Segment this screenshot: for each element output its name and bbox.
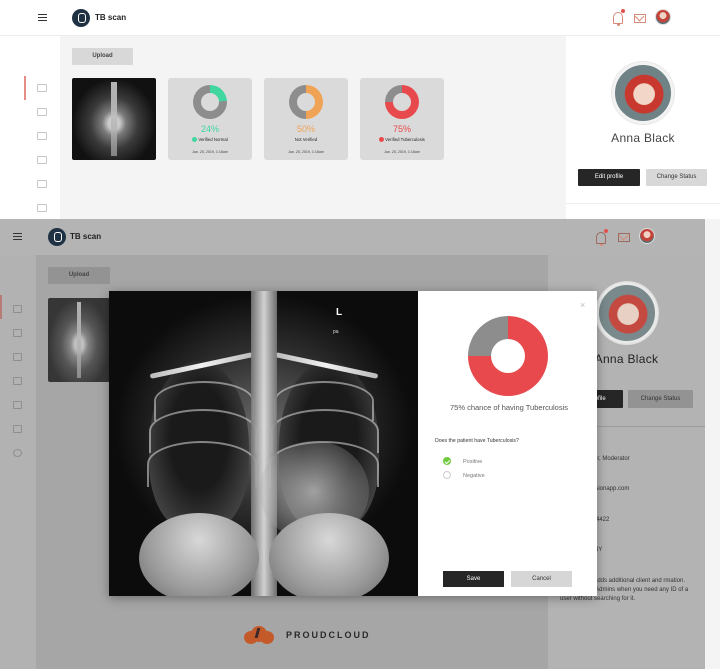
- menu-icon[interactable]: [13, 233, 22, 240]
- mail-icon[interactable]: [618, 233, 630, 242]
- menu-icon[interactable]: [38, 14, 47, 21]
- map-icon[interactable]: [37, 180, 47, 188]
- change-status-button[interactable]: Change Status: [646, 169, 707, 186]
- divider: [566, 203, 720, 204]
- alert-icon: [379, 137, 385, 142]
- cancel-button[interactable]: Cancel: [511, 571, 572, 587]
- result-card-tb[interactable]: 75% Verified Tuberculosis Jan. 25, 2019,…: [360, 78, 444, 160]
- top-bar: TB scan: [0, 0, 720, 36]
- page-edge: [705, 219, 720, 669]
- user-avatar[interactable]: [655, 9, 671, 25]
- brand-logo-icon: [48, 228, 66, 246]
- xray-thumbnail[interactable]: [72, 78, 156, 160]
- app-title: TB scan: [70, 232, 102, 241]
- profile-avatar: [596, 282, 658, 344]
- positive-label[interactable]: Positive: [463, 459, 482, 465]
- save-button[interactable]: Save: [443, 571, 504, 587]
- bell-icon[interactable]: [596, 232, 606, 246]
- result-status: Not Verified: [294, 137, 318, 142]
- upload-button[interactable]: Upload: [72, 48, 133, 65]
- result-donut: [193, 85, 227, 119]
- car-icon[interactable]: [13, 353, 22, 361]
- proudcloud-logo-icon: [244, 624, 274, 644]
- stats-icon[interactable]: [37, 108, 47, 116]
- check-icon: [192, 137, 198, 142]
- profile-email: isionapp.com: [594, 486, 630, 492]
- dashboard-screen: TB scan Upload 24% Verified Normal Jan. …: [0, 0, 720, 219]
- result-date: Jan. 25, 2019, 1:16am: [192, 150, 228, 154]
- mail-icon[interactable]: [634, 14, 646, 23]
- upload-button[interactable]: Upload: [48, 267, 110, 284]
- chest-xray-image: L pa: [109, 291, 418, 596]
- notification-dot: [621, 9, 625, 13]
- profile-panel: Anna Black Edit profile Change Status: [566, 36, 720, 219]
- result-status: Verified Normal: [168, 137, 252, 142]
- diagnosis-modal: L pa × 75% chance of having Tuberculosis…: [109, 291, 597, 596]
- profile-avatar: [612, 62, 674, 124]
- negative-radio[interactable]: [443, 471, 451, 479]
- megaphone-icon[interactable]: [13, 377, 22, 385]
- probability-text: 75% chance of having Tuberculosis: [450, 403, 568, 412]
- xray-marker-pa: pa: [333, 329, 339, 335]
- profile-name: Anna Black: [611, 131, 675, 145]
- settings-icon[interactable]: [13, 449, 22, 457]
- map-icon[interactable]: [13, 401, 22, 409]
- result-status: Verified Tuberculosis: [360, 137, 444, 142]
- xray-thumbnail[interactable]: [48, 298, 110, 382]
- dashboard-icon[interactable]: [13, 305, 22, 313]
- sidebar: [0, 255, 36, 669]
- diagnosis-question: Does the patient have Tuberculosis?: [435, 438, 519, 444]
- sidebar-active-indicator: [24, 76, 26, 100]
- positive-radio[interactable]: [443, 457, 451, 465]
- result-percent: 75%: [392, 124, 411, 134]
- close-icon[interactable]: ×: [580, 300, 585, 310]
- result-date: Jan. 25, 2019, 1:16am: [384, 150, 420, 154]
- notification-dot: [604, 229, 608, 233]
- result-percent: 24%: [200, 124, 219, 134]
- edit-profile-button[interactable]: Edit profile: [578, 169, 640, 186]
- result-date: Jan. 25, 2019, 1:16am: [288, 150, 324, 154]
- result-donut: [289, 85, 323, 119]
- result-percent: 50%: [296, 124, 315, 134]
- user-avatar[interactable]: [639, 228, 655, 244]
- negative-label[interactable]: Negative: [463, 473, 485, 479]
- top-bar: TB scan: [0, 219, 705, 255]
- bell-icon[interactable]: [613, 12, 623, 26]
- probability-donut: [468, 316, 548, 396]
- megaphone-icon[interactable]: [37, 156, 47, 164]
- brand-wordmark: PROUDCLOUD: [286, 630, 371, 640]
- stats-icon[interactable]: [13, 329, 22, 337]
- brand-logo-icon: [72, 9, 90, 27]
- result-card-pending[interactable]: 50% Not Verified Jan. 25, 2019, 1:16am: [264, 78, 348, 160]
- dashboard-screen-modal: TB scan Upload PROUDCLOUD Anna Black Edi…: [0, 219, 720, 669]
- car-icon[interactable]: [37, 132, 47, 140]
- xray-marker-l: L: [336, 307, 343, 318]
- sidebar-active-indicator: [0, 295, 2, 319]
- dashboard-icon[interactable]: [37, 84, 47, 92]
- change-status-button[interactable]: Change Status: [628, 390, 693, 408]
- inbox-icon[interactable]: [37, 204, 47, 212]
- result-card-normal[interactable]: 24% Verified Normal Jan. 25, 2019, 1:16a…: [168, 78, 252, 160]
- inbox-icon[interactable]: [13, 425, 22, 433]
- app-title: TB scan: [95, 13, 127, 22]
- result-donut: [385, 85, 419, 119]
- sidebar: [0, 36, 60, 219]
- profile-role: or, Moderator: [594, 456, 630, 462]
